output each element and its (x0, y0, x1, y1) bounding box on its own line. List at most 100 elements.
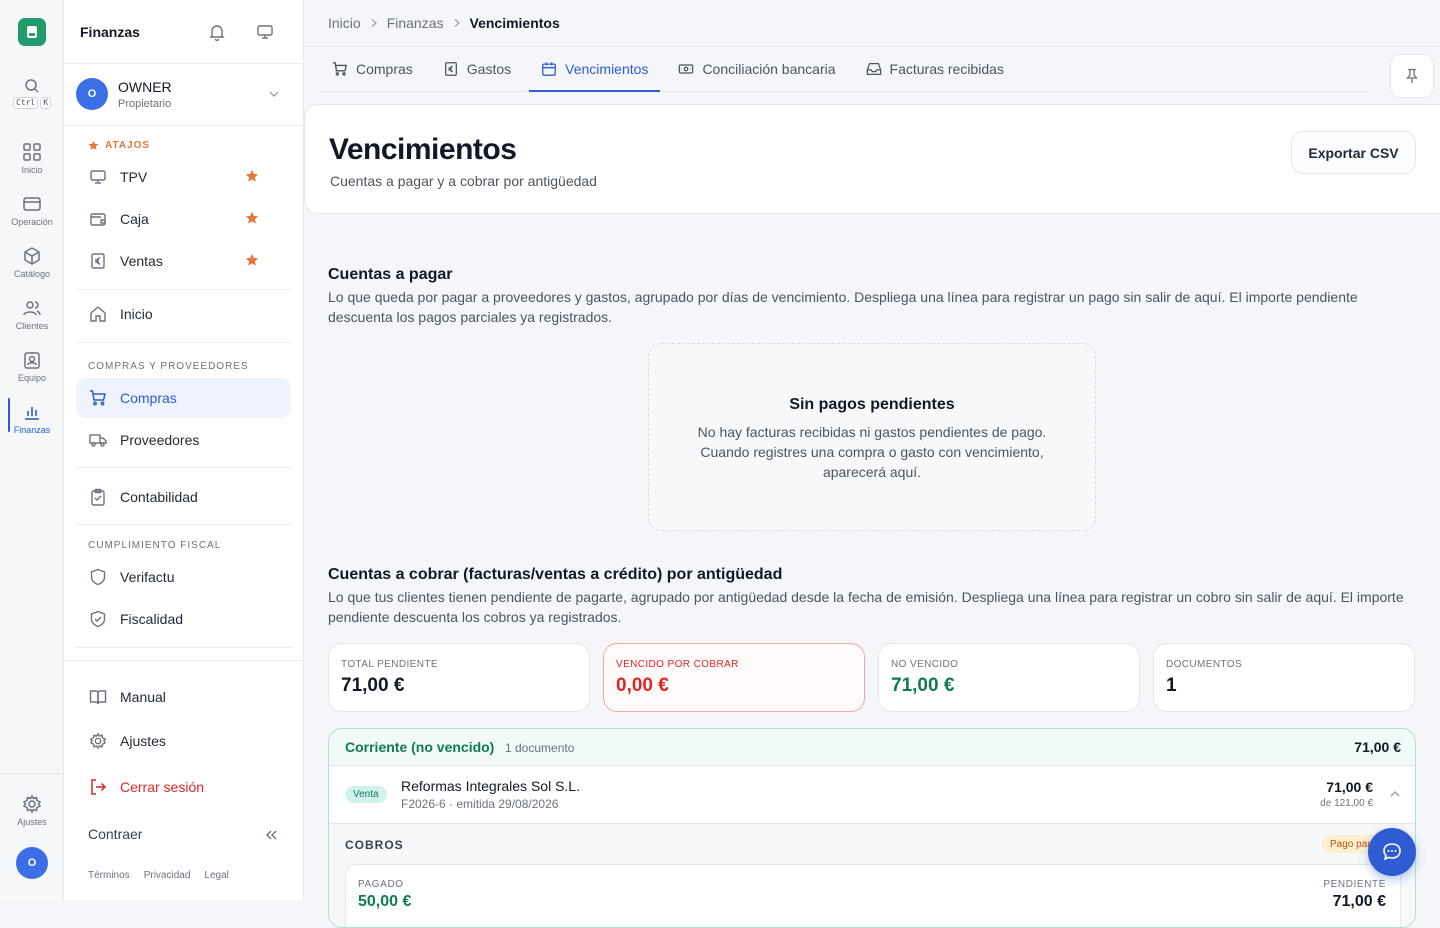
pending-label: PENDIENTE (1323, 879, 1386, 890)
stat-total-pendiente: TOTAL PENDIENTE 71,00 € (328, 643, 590, 712)
notifications-button[interactable] (208, 23, 226, 41)
sidebar-item-proveedores[interactable]: Proveedores (76, 420, 291, 460)
page-header: Vencimientos Cuentas a pagar y a cobrar … (304, 104, 1440, 214)
sidebar-item-ajustes[interactable]: Ajustes (76, 721, 291, 761)
stat-value: 0,00 € (616, 675, 669, 696)
tab-facturas-recibidas[interactable]: Facturas recibidas (854, 47, 1016, 91)
rail-item-clientes[interactable]: Clientes (0, 292, 64, 338)
shortcut-caja[interactable]: Caja (76, 199, 291, 239)
users-icon (23, 301, 41, 316)
sidebar-item-contabilidad[interactable]: Contabilidad (76, 477, 291, 517)
receivables-description: Lo que tus clientes tienen pendiente de … (328, 589, 1404, 625)
sidebar-item-manual[interactable]: Manual (76, 677, 291, 717)
total-amount: de 121,00 € (1320, 798, 1373, 809)
tab-compras[interactable]: Compras (320, 47, 425, 91)
stat-label: DOCUMENTOS (1166, 659, 1243, 670)
global-search-button[interactable]: Ctrl K (0, 78, 64, 109)
sidebar-item-inicio[interactable]: Inicio (76, 294, 291, 334)
sidebar-item-verifactu[interactable]: Verifactu (76, 557, 291, 597)
shortcut-tpv[interactable]: TPV (76, 157, 291, 197)
avatar[interactable]: O (16, 847, 48, 879)
card-icon (23, 197, 41, 211)
kbd-k: K (40, 97, 52, 109)
pin-button[interactable] (1390, 54, 1434, 98)
nav-label: TPV (120, 169, 148, 185)
breadcrumb-home[interactable]: Inicio (328, 15, 361, 31)
star-icon[interactable] (245, 169, 259, 183)
privacy-link[interactable]: Privacidad (144, 870, 191, 881)
kbd-ctrl: Ctrl (12, 97, 39, 109)
page-subtitle: Cuentas a pagar y a cobrar por antigüeda… (330, 173, 597, 189)
shortcuts-heading: ATAJOS (88, 140, 150, 151)
rail-label: Inicio (21, 165, 43, 175)
nav-label: Contabilidad (120, 489, 198, 505)
euro-receipt-icon (88, 251, 108, 271)
terms-link[interactable]: Términos (88, 870, 130, 881)
gear-icon (88, 731, 108, 751)
payables-description: Lo que queda por pagar a proveedores y g… (328, 289, 1358, 325)
sidebar-item-compras[interactable]: Compras (76, 378, 291, 418)
empty-text: No hay facturas recibidas ni gastos pend… (697, 424, 1047, 480)
rail-item-finanzas[interactable]: Finanzas (0, 396, 64, 442)
table-row[interactable]: Venta Reformas Integrales Sol S.L. F2026… (329, 766, 1415, 824)
logout-button[interactable]: Cerrar sesión (76, 767, 291, 807)
stat-label: NO VENCIDO (891, 659, 959, 670)
shortcut-ventas[interactable]: Ventas (76, 241, 291, 281)
calendar-icon (542, 62, 557, 76)
app-logo[interactable] (18, 18, 46, 46)
sidebar-header: Finanzas (64, 0, 304, 64)
chat-support-button[interactable] (1368, 828, 1416, 876)
rail-label: Catálogo (13, 269, 51, 279)
payments-panel: COBROS Pago parcial PAGADO 50,00 € PENDI… (329, 824, 1415, 927)
display-button[interactable] (256, 23, 274, 41)
rail-item-catalogo[interactable]: Catálogo (0, 240, 64, 286)
legal-link[interactable]: Legal (204, 870, 228, 881)
badge-icon (24, 352, 40, 369)
group-header: Corriente (no vencido) 1 documento 71,00… (329, 729, 1415, 766)
group-amount: 71,00 € (1354, 739, 1401, 755)
collapse-sidebar-button[interactable]: Contraer (88, 826, 142, 842)
grid-icon (23, 143, 41, 161)
wallet-icon (88, 209, 108, 229)
chevron-up-icon[interactable] (1389, 788, 1401, 800)
paid-label: PAGADO (358, 879, 404, 890)
tab-bar: Compras Gastos Vencimientos Conciliación… (320, 47, 1368, 92)
gear-icon (22, 794, 42, 814)
paid-value: 50,00 € (358, 893, 412, 910)
nav-label: Caja (120, 211, 149, 227)
rail-item-equipo[interactable]: Equipo (0, 344, 64, 390)
divider (64, 660, 304, 661)
tab-gastos[interactable]: Gastos (431, 47, 523, 91)
empty-title: Sin pagos pendientes (789, 396, 955, 413)
sidebar-item-fiscalidad[interactable]: Fiscalidad (76, 599, 291, 639)
tab-conciliacion-bancaria[interactable]: Conciliación bancaria (666, 47, 847, 91)
rail-item-ajustes[interactable]: Ajustes (0, 788, 64, 834)
nav-label: Proveedores (120, 432, 200, 448)
double-chevron-left-icon[interactable] (264, 828, 278, 842)
cart-icon (332, 62, 348, 76)
divider (76, 467, 292, 468)
bell-icon (209, 25, 225, 41)
account-switcher[interactable]: O OWNER Propietario (64, 64, 304, 126)
stat-value: 1 (1166, 675, 1177, 696)
rail-label: Ajustes (17, 817, 47, 827)
star-icon[interactable] (245, 211, 259, 225)
stat-no-vencido: NO VENCIDO 71,00 € (878, 643, 1140, 712)
pending-amount: 71,00 € (1326, 779, 1373, 795)
pending-value: 71,00 € (1332, 893, 1386, 910)
rail-label: Clientes (15, 321, 49, 331)
aging-group-current: Corriente (no vencido) 1 documento 71,00… (328, 728, 1416, 928)
truck-icon (88, 430, 108, 450)
breadcrumb-section[interactable]: Finanzas (387, 15, 444, 31)
rail-item-operacion[interactable]: Operación (0, 188, 64, 234)
tab-vencimientos[interactable]: Vencimientos (529, 47, 661, 92)
export-csv-button[interactable]: Exportar CSV (1291, 131, 1416, 174)
chevron-right-icon (371, 19, 377, 27)
logo-icon (27, 26, 37, 38)
stat-vencido-por-cobrar: VENCIDO POR COBRAR 0,00 € (603, 643, 865, 712)
box-icon (24, 247, 40, 265)
breadcrumb: Inicio Finanzas Vencimientos (328, 15, 560, 31)
star-icon[interactable] (245, 253, 259, 267)
nav-label: Verifactu (120, 569, 175, 585)
rail-item-inicio[interactable]: Inicio (0, 136, 64, 182)
